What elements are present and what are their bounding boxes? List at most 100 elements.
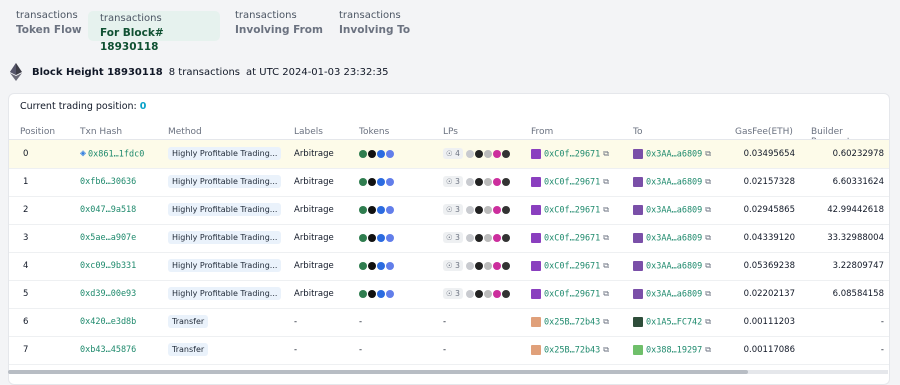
copy-icon[interactable]: ⧉ bbox=[705, 308, 711, 336]
token-icon[interactable] bbox=[377, 177, 385, 186]
token-icon[interactable] bbox=[368, 261, 376, 270]
lp-pool-icon[interactable] bbox=[474, 177, 483, 186]
lp-pool-icon[interactable] bbox=[465, 149, 474, 158]
tab-involving-from[interactable]: transactions Involving From bbox=[235, 10, 325, 40]
table-row[interactable]: 7 0xb43…45876 Transfer - - -0x25B…72b43 ⧉ 0x388… bbox=[9, 336, 889, 365]
from-address-link[interactable]: 0xC0f…29671 bbox=[544, 150, 600, 160]
token-icon[interactable] bbox=[359, 289, 367, 298]
tab-involving-to[interactable]: transactions Involving To bbox=[339, 10, 419, 40]
token-icon[interactable] bbox=[368, 289, 376, 298]
lp-pool-icon[interactable] bbox=[483, 261, 492, 270]
txn-hash-link[interactable]: 0x420…e3d8b bbox=[80, 308, 136, 336]
token-icon[interactable] bbox=[359, 233, 367, 242]
token-icon[interactable] bbox=[377, 205, 385, 214]
copy-icon[interactable]: ⧉ bbox=[705, 252, 711, 280]
lp-pool-icon[interactable] bbox=[483, 149, 492, 158]
copy-icon[interactable]: ⧉ bbox=[603, 252, 609, 280]
txn-hash-link[interactable]: ◈ 0x861…1fdc0 bbox=[80, 140, 144, 168]
lp-pool-icon[interactable] bbox=[501, 261, 510, 270]
table-row[interactable]: 5 0xd39…00e93 Highly Profitable Trading...… bbox=[9, 280, 889, 309]
txn-hash-link[interactable]: 0x5ae…a907e bbox=[80, 224, 136, 252]
token-icon[interactable] bbox=[368, 205, 376, 214]
txn-hash-link[interactable]: 0xc09…9b331 bbox=[80, 252, 136, 280]
lp-pool-icon[interactable] bbox=[465, 289, 474, 298]
from-address-link[interactable]: 0x25B…72b43 bbox=[544, 318, 600, 328]
token-icon[interactable] bbox=[377, 289, 385, 298]
from-address-link[interactable]: 0xC0f…29671 bbox=[544, 206, 600, 216]
copy-icon[interactable]: ⧉ bbox=[705, 224, 711, 252]
token-icon[interactable] bbox=[377, 233, 385, 242]
horizontal-scrollbar-thumb[interactable] bbox=[8, 370, 748, 374]
lp-pool-icon[interactable] bbox=[465, 205, 474, 214]
lp-pool-icon[interactable] bbox=[501, 149, 510, 158]
lp-pool-icon[interactable] bbox=[492, 233, 501, 242]
to-address-link[interactable]: 0x3AA…a6809 bbox=[646, 178, 702, 188]
lp-pool-icon[interactable] bbox=[501, 233, 510, 242]
lp-pool-icon[interactable] bbox=[483, 205, 492, 214]
copy-icon[interactable]: ⧉ bbox=[603, 280, 609, 308]
copy-icon[interactable]: ⧉ bbox=[603, 168, 609, 196]
copy-icon[interactable]: ⧉ bbox=[705, 280, 711, 308]
copy-icon[interactable]: ⧉ bbox=[603, 336, 609, 364]
tab-for-block[interactable]: transactions For Block# 18930118 bbox=[88, 11, 220, 53]
to-address-link[interactable]: 0x3AA…a6809 bbox=[646, 234, 702, 244]
to-address-link[interactable]: 0x1A5…FC742 bbox=[646, 318, 702, 328]
table-row[interactable]: 1 0xfb6…30636 Highly Profitable Trading...… bbox=[9, 168, 889, 197]
lp-pool-icon[interactable] bbox=[465, 177, 474, 186]
copy-icon[interactable]: ⧉ bbox=[705, 168, 711, 196]
lp-pool-icon[interactable] bbox=[465, 261, 474, 270]
txn-hash-link[interactable]: 0xfb6…30636 bbox=[80, 168, 136, 196]
lp-pool-icon[interactable] bbox=[483, 289, 492, 298]
lp-pool-icon[interactable] bbox=[492, 177, 501, 186]
lp-pool-icon[interactable] bbox=[483, 233, 492, 242]
to-address-link[interactable]: 0x3AA…a6809 bbox=[646, 262, 702, 272]
lp-pool-icon[interactable] bbox=[492, 149, 501, 158]
token-icon[interactable] bbox=[377, 149, 385, 158]
token-icon[interactable] bbox=[368, 233, 376, 242]
token-icon[interactable] bbox=[359, 205, 367, 214]
copy-icon[interactable]: ⧉ bbox=[705, 196, 711, 224]
token-icon[interactable] bbox=[368, 149, 376, 158]
token-icon[interactable] bbox=[386, 261, 394, 270]
tab-token-flow[interactable]: transactions Token Flow bbox=[16, 10, 86, 40]
to-address-link[interactable]: 0x3AA…a6809 bbox=[646, 290, 702, 300]
token-icon[interactable] bbox=[386, 205, 394, 214]
txn-hash-link[interactable]: 0xd39…00e93 bbox=[80, 280, 136, 308]
lp-pool-icon[interactable] bbox=[501, 289, 510, 298]
token-icon[interactable] bbox=[386, 149, 394, 158]
token-icon[interactable] bbox=[386, 177, 394, 186]
to-address-link[interactable]: 0x388…19297 bbox=[646, 346, 702, 356]
lp-pool-icon[interactable] bbox=[492, 289, 501, 298]
token-icon[interactable] bbox=[359, 261, 367, 270]
lp-pool-icon[interactable] bbox=[465, 233, 474, 242]
table-row[interactable]: 0 ◈ 0x861…1fdc0 Highly Profitable Trading..… bbox=[9, 140, 889, 169]
table-row[interactable]: 2 0x047…9a518 Highly Profitable Trading...… bbox=[9, 196, 889, 225]
copy-icon[interactable]: ⧉ bbox=[603, 196, 609, 224]
from-address-link[interactable]: 0x25B…72b43 bbox=[544, 346, 600, 356]
token-icon[interactable] bbox=[386, 289, 394, 298]
lp-pool-icon[interactable] bbox=[492, 261, 501, 270]
token-icon[interactable] bbox=[368, 177, 376, 186]
lp-pool-icon[interactable] bbox=[501, 205, 510, 214]
table-row[interactable]: 3 0x5ae…a907e Highly Profitable Trading...… bbox=[9, 224, 889, 253]
table-row[interactable]: 6 0x420…e3d8b Transfer - - -0x25B…72b43 ⧉ 0x1A5… bbox=[9, 308, 889, 337]
copy-icon[interactable]: ⧉ bbox=[603, 308, 609, 336]
from-address-link[interactable]: 0xC0f…29671 bbox=[544, 262, 600, 272]
txn-hash-link[interactable]: 0xb43…45876 bbox=[80, 336, 136, 364]
table-row[interactable]: 4 0xc09…9b331 Highly Profitable Trading...… bbox=[9, 252, 889, 281]
to-address-link[interactable]: 0x3AA…a6809 bbox=[646, 150, 702, 160]
from-address-link[interactable]: 0xC0f…29671 bbox=[544, 234, 600, 244]
lp-pool-icon[interactable] bbox=[501, 177, 510, 186]
copy-icon[interactable]: ⧉ bbox=[603, 140, 609, 168]
token-icon[interactable] bbox=[377, 261, 385, 270]
txn-hash-link[interactable]: 0x047…9a518 bbox=[80, 196, 136, 224]
from-address-link[interactable]: 0xC0f…29671 bbox=[544, 178, 600, 188]
lp-pool-icon[interactable] bbox=[474, 289, 483, 298]
to-address-link[interactable]: 0x3AA…a6809 bbox=[646, 206, 702, 216]
lp-pool-icon[interactable] bbox=[474, 205, 483, 214]
copy-icon[interactable]: ⧉ bbox=[705, 140, 711, 168]
token-icon[interactable] bbox=[359, 149, 367, 158]
copy-icon[interactable]: ⧉ bbox=[603, 224, 609, 252]
copy-icon[interactable]: ⧉ bbox=[705, 336, 711, 364]
lp-pool-icon[interactable] bbox=[474, 149, 483, 158]
